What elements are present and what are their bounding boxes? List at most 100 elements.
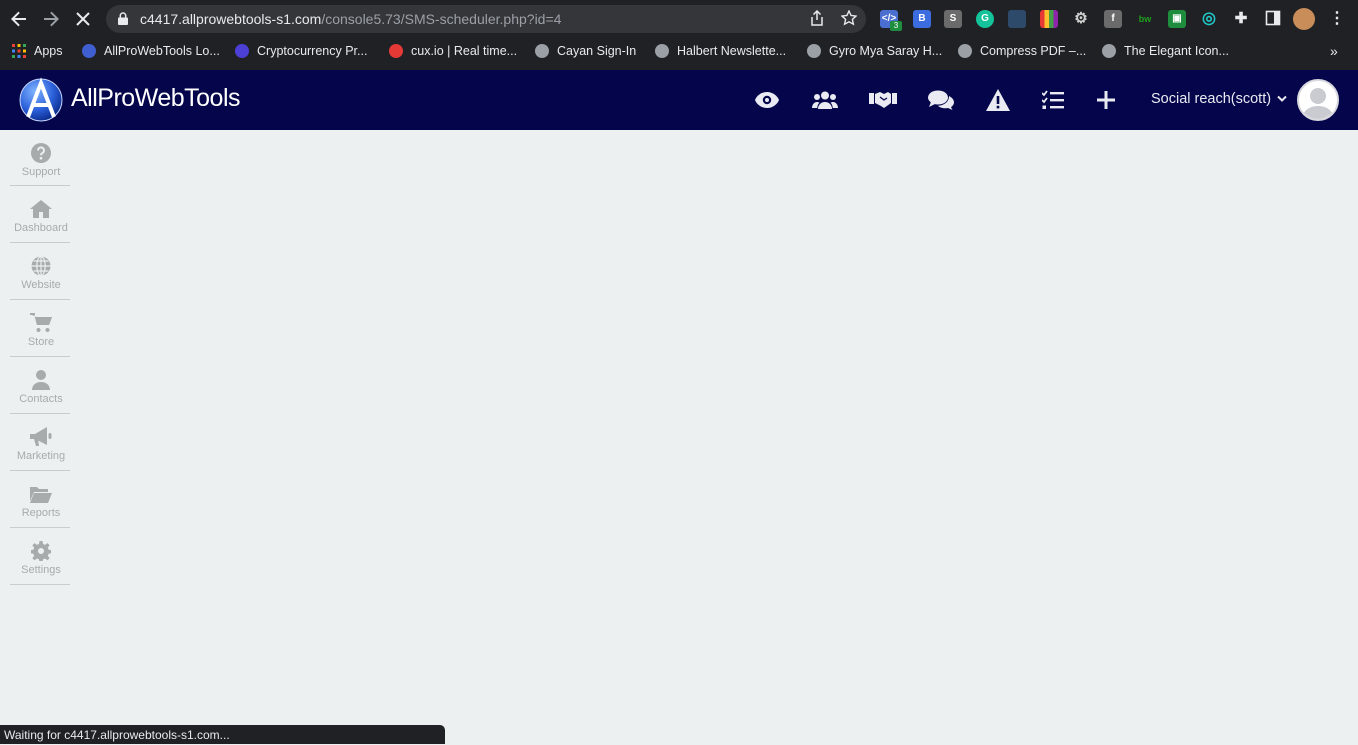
tasks-icon[interactable] <box>1039 86 1067 114</box>
puzzle-icon[interactable]: ✚ <box>1232 10 1250 28</box>
bookmark-label: cux.io | Real time... <box>411 44 518 58</box>
forward-arrow-icon <box>44 11 59 27</box>
star-icon[interactable] <box>840 9 858 28</box>
comments-icon[interactable] <box>927 86 955 114</box>
close-icon <box>76 12 90 26</box>
bookmark-cayan[interactable]: Cayan Sign-In <box>535 41 636 61</box>
browser-chrome: c4417.allprowebtools-s1.com/console5.73/… <box>0 0 1358 70</box>
sidebar-item-label: Settings <box>21 564 61 576</box>
address-bar[interactable]: c4417.allprowebtools-s1.com/console5.73/… <box>106 5 866 33</box>
facebook-extension-icon[interactable]: f <box>1104 10 1122 28</box>
user-silhouette-icon <box>1302 88 1334 119</box>
sidebar-item-contacts[interactable]: Contacts <box>10 357 70 414</box>
bookmark-label: Apps <box>34 44 63 58</box>
globe-icon <box>655 44 669 58</box>
sidebar-item-store[interactable]: Store <box>10 300 70 357</box>
globe-icon <box>535 44 549 58</box>
bookmark-label: Gyro Mya Saray H... <box>829 44 943 58</box>
gear-icon <box>30 540 52 562</box>
bookmark-label: Compress PDF –... <box>980 44 1087 58</box>
folder-open-icon <box>30 483 52 505</box>
url-host: c4417.allprowebtools-s1.com <box>140 11 322 27</box>
globe-icon <box>807 44 821 58</box>
translate-extension-icon[interactable]: B <box>913 10 931 28</box>
bookmark-label: AllProWebTools Lo... <box>104 44 220 58</box>
bookmark-elegant-icons[interactable]: The Elegant Icon... <box>1102 41 1229 61</box>
bookmark-compress-pdf[interactable]: Compress PDF –... <box>958 41 1086 61</box>
bookmark-allprowebtools[interactable]: AllProWebTools Lo... <box>82 41 220 61</box>
bookmark-label: Cayan Sign-In <box>557 44 637 58</box>
avatar[interactable] <box>1297 79 1339 121</box>
warning-icon[interactable] <box>984 86 1012 114</box>
sidebar-item-label: Contacts <box>19 393 63 405</box>
s-extension-icon[interactable]: S <box>944 10 962 28</box>
bookmark-label: Cryptocurrency Pr... <box>257 44 368 58</box>
bookmark-halbert[interactable]: Halbert Newslette... <box>655 41 786 61</box>
home-icon <box>30 198 52 220</box>
globe-icon <box>958 44 972 58</box>
user-icon <box>30 369 52 391</box>
profile-avatar[interactable] <box>1293 8 1315 30</box>
sidebar-item-label: Reports <box>21 507 61 519</box>
apps-grid-icon <box>12 44 26 58</box>
sidebar-item-label: Support <box>21 166 61 178</box>
account-dropdown[interactable]: Social reach(scott) <box>1151 91 1287 107</box>
sidebar-item-label: Dashboard <box>14 222 68 234</box>
url-text: c4417.allprowebtools-s1.com/console5.73/… <box>140 11 561 27</box>
sidebar-item-settings[interactable]: Settings <box>10 528 70 585</box>
bookmark-gyro[interactable]: Gyro Mya Saray H... <box>807 41 942 61</box>
bookmark-cryptocurrency[interactable]: Cryptocurrency Pr... <box>235 41 367 61</box>
share-icon[interactable] <box>808 9 826 28</box>
bookmark-cux[interactable]: cux.io | Real time... <box>389 41 517 61</box>
settings-extension-icon[interactable]: ⚙ <box>1072 10 1090 28</box>
extension-badge: 3 <box>890 21 902 31</box>
bottle-extension-icon[interactable] <box>1008 10 1026 28</box>
kebab-menu-icon[interactable]: ⋮ <box>1328 10 1346 28</box>
bookmarks-overflow-button[interactable]: » <box>1330 41 1338 61</box>
ring-extension-icon[interactable]: ◎ <box>1200 10 1218 28</box>
brand-name[interactable]: AllProWebTools <box>71 84 241 113</box>
bw-extension-icon[interactable]: bw <box>1136 10 1154 28</box>
sidebar-item-label: Website <box>21 279 61 291</box>
globe-icon <box>30 255 52 277</box>
sidebar-item-dashboard[interactable]: Dashboard <box>10 186 70 243</box>
allprowebtools-icon <box>82 44 96 58</box>
plus-icon[interactable] <box>1092 86 1120 114</box>
sidepanel-icon[interactable] <box>1264 10 1282 28</box>
bookmarks-bar: Apps AllProWebTools Lo... Cryptocurrency… <box>0 38 1358 64</box>
stop-loading-button[interactable] <box>70 4 96 34</box>
url-path: /console5.73/SMS-scheduler.php?id=4 <box>321 11 562 27</box>
question-circle-icon <box>30 142 52 164</box>
bookmark-label: Halbert Newslette... <box>677 44 787 58</box>
sidebar-item-support[interactable]: Support <box>10 130 70 186</box>
globe-icon <box>1102 44 1116 58</box>
colorzilla-icon[interactable] <box>1040 10 1058 28</box>
forward-button[interactable] <box>38 4 64 34</box>
users-icon[interactable] <box>811 86 839 114</box>
back-arrow-icon <box>11 11 26 27</box>
sidebar-item-label: Store <box>27 336 55 348</box>
sidebar-item-marketing[interactable]: Marketing <box>10 414 70 471</box>
grammarly-icon[interactable]: G <box>976 10 994 28</box>
cart-icon <box>30 312 52 334</box>
cux-icon <box>389 44 403 58</box>
megaphone-icon <box>30 426 52 448</box>
browser-status-bar: Waiting for c4417.allprowebtools-s1.com.… <box>0 725 445 744</box>
sidebar: Support Dashboard Website Store Contacts… <box>10 130 70 585</box>
crypto-icon <box>235 44 249 58</box>
account-label: Social reach(scott) <box>1151 91 1272 107</box>
sidebar-item-reports[interactable]: Reports <box>10 471 70 528</box>
handshake-icon[interactable] <box>869 86 897 114</box>
sidebar-item-website[interactable]: Website <box>10 243 70 300</box>
address-row: c4417.allprowebtools-s1.com/console5.73/… <box>0 4 1358 34</box>
screen-extension-icon[interactable]: ▣ <box>1168 10 1186 28</box>
app-header: AllProWebTools Social reach(scott) <box>0 70 1358 130</box>
back-button[interactable] <box>6 4 32 34</box>
bookmark-label: The Elegant Icon... <box>1124 44 1229 58</box>
allprowebtools-logo[interactable] <box>18 77 66 123</box>
eye-icon[interactable] <box>753 86 781 114</box>
bookmark-apps[interactable]: Apps <box>12 41 63 61</box>
chevron-down-icon <box>1277 95 1287 102</box>
lock-icon <box>118 12 128 25</box>
sidebar-item-label: Marketing <box>16 450 66 462</box>
